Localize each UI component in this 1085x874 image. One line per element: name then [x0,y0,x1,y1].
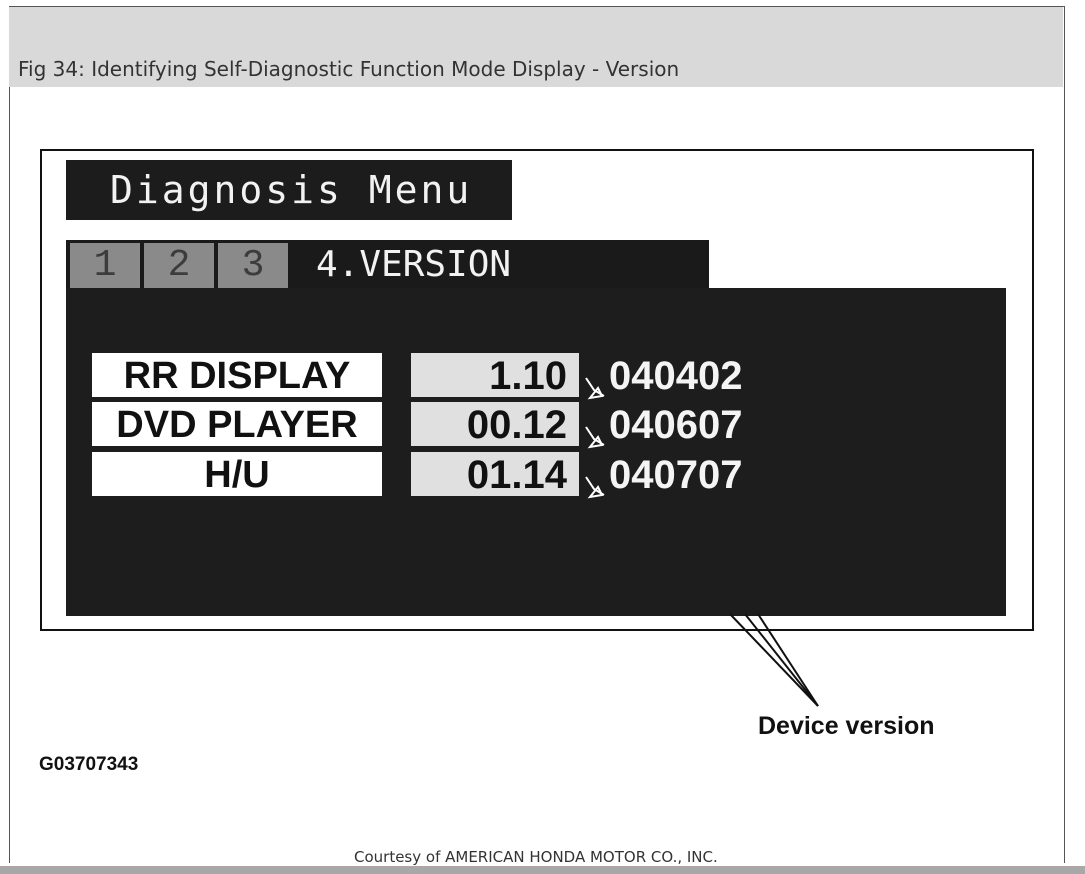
pointer-arrow-icon [585,377,605,400]
device-date-hu: 040707 [609,453,743,497]
figure-caption: Fig 34: Identifying Self-Diagnostic Func… [18,57,680,81]
device-name-rr-display: RR DISPLAY [92,353,382,397]
diagnosis-menu-title: Diagnosis Menu [110,168,473,212]
tab-1: 1 [70,243,140,289]
device-date-dvd-player: 040607 [609,403,743,447]
pointer-arrow-icon [585,426,605,449]
device-name-hu: H/U [92,452,382,496]
bottom-scrollbar[interactable] [0,866,1085,874]
figure-code: G03707343 [39,754,139,775]
pointer-arrow-icon [585,476,605,499]
device-version-hu: 01.14 [411,452,579,497]
tab-3: 3 [218,243,288,289]
courtesy-note: Courtesy of AMERICAN HONDA MOTOR CO., IN… [354,848,718,866]
device-date-rr-display: 040402 [609,354,743,398]
tab-2: 2 [144,243,214,289]
device-version-dvd-player: 00.12 [411,402,579,447]
device-name-dvd-player: DVD PLAYER [92,402,382,446]
tab-version-active: 4.VERSION [316,244,512,285]
device-version-callout: Device version [758,712,935,740]
device-version-rr-display: 1.10 [411,353,579,398]
